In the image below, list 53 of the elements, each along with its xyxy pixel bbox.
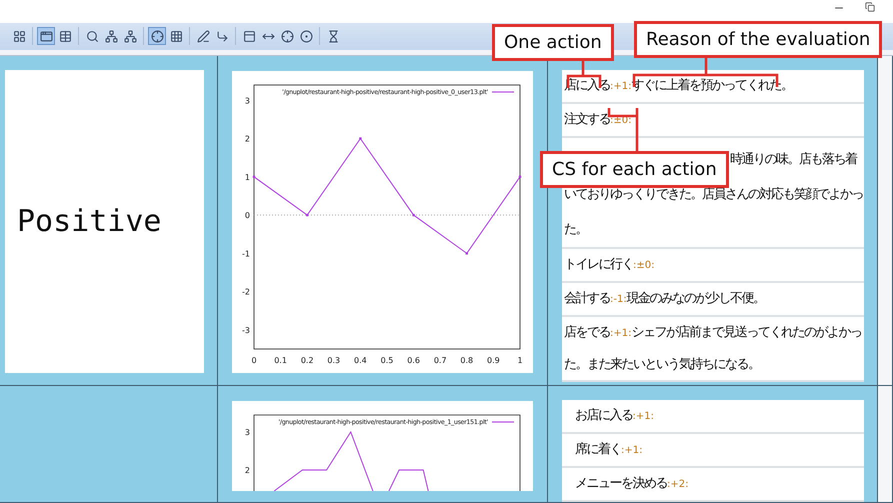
grid-icon [170,30,182,43]
crosshair-icon [150,30,164,43]
pencil-icon [196,30,210,43]
data-point [359,137,362,140]
crosshair-icon [280,30,294,43]
tick-label: 0 [244,211,250,220]
corner-arrow-icon [216,30,228,43]
data-point [412,214,415,216]
evaluation-line: 会計する:-1:現金のみなのが少し不便。 [562,283,864,317]
data-point [466,252,468,255]
evaluation-line: 席に着く:+1: [562,434,864,468]
data-point [518,176,522,178]
restore-icon[interactable] [865,2,875,12]
tick-label: 0 [251,356,257,365]
evaluation-line: 店をでる:+1:シェフが店前まで見送ってくれたのがよかった。また来たいという気持ちになる。 [562,317,864,382]
tick-label: 1 [517,356,523,365]
tick-label: -3 [242,326,250,335]
tick-label: 0.8 [460,356,474,365]
circle-dot-icon [300,30,312,43]
table-icon [58,30,72,43]
evaluation-line: お店に入る:+1: [562,400,864,434]
data-point [252,176,256,178]
evaluation-line: トイレに行く:±0: [562,249,864,283]
annotation-callout: Reason of the evaluation [634,21,882,58]
annotation-callout: CS for each action [540,151,729,188]
tick-label: 3 [244,428,250,437]
tick-label: -2 [242,288,250,297]
tick-label: 2 [244,466,250,475]
grid-icon [12,30,26,43]
toolbar-button[interactable] [37,27,55,46]
tree-icon [104,30,118,43]
search-icon [86,30,98,43]
tick-label: 0.3 [327,356,340,365]
evaluation-line: メニューを決める:+2: [562,468,864,502]
window-icon [40,30,52,43]
tick-label: 0.6 [407,356,420,365]
tick-label: 2 [244,134,250,144]
tick-label: 0.9 [487,356,500,365]
tick-label: -1 [242,249,250,258]
tick-label: 3 [244,96,250,106]
tick-label: 0.5 [380,356,394,365]
tree-icon [124,30,136,43]
row-label: Positive [17,204,162,239]
data-point [306,214,308,216]
panel-icon [242,30,256,43]
tick-label: 1 [244,172,250,182]
toolbar-button[interactable] [148,27,166,46]
tick-label: 0.7 [434,356,447,365]
tick-label: 0.2 [300,356,314,365]
annotation-callout: One action [492,24,614,61]
tick-label: 0.4 [354,356,367,365]
tick-label: 0.1 [274,356,287,365]
hourglass-icon [326,30,340,43]
